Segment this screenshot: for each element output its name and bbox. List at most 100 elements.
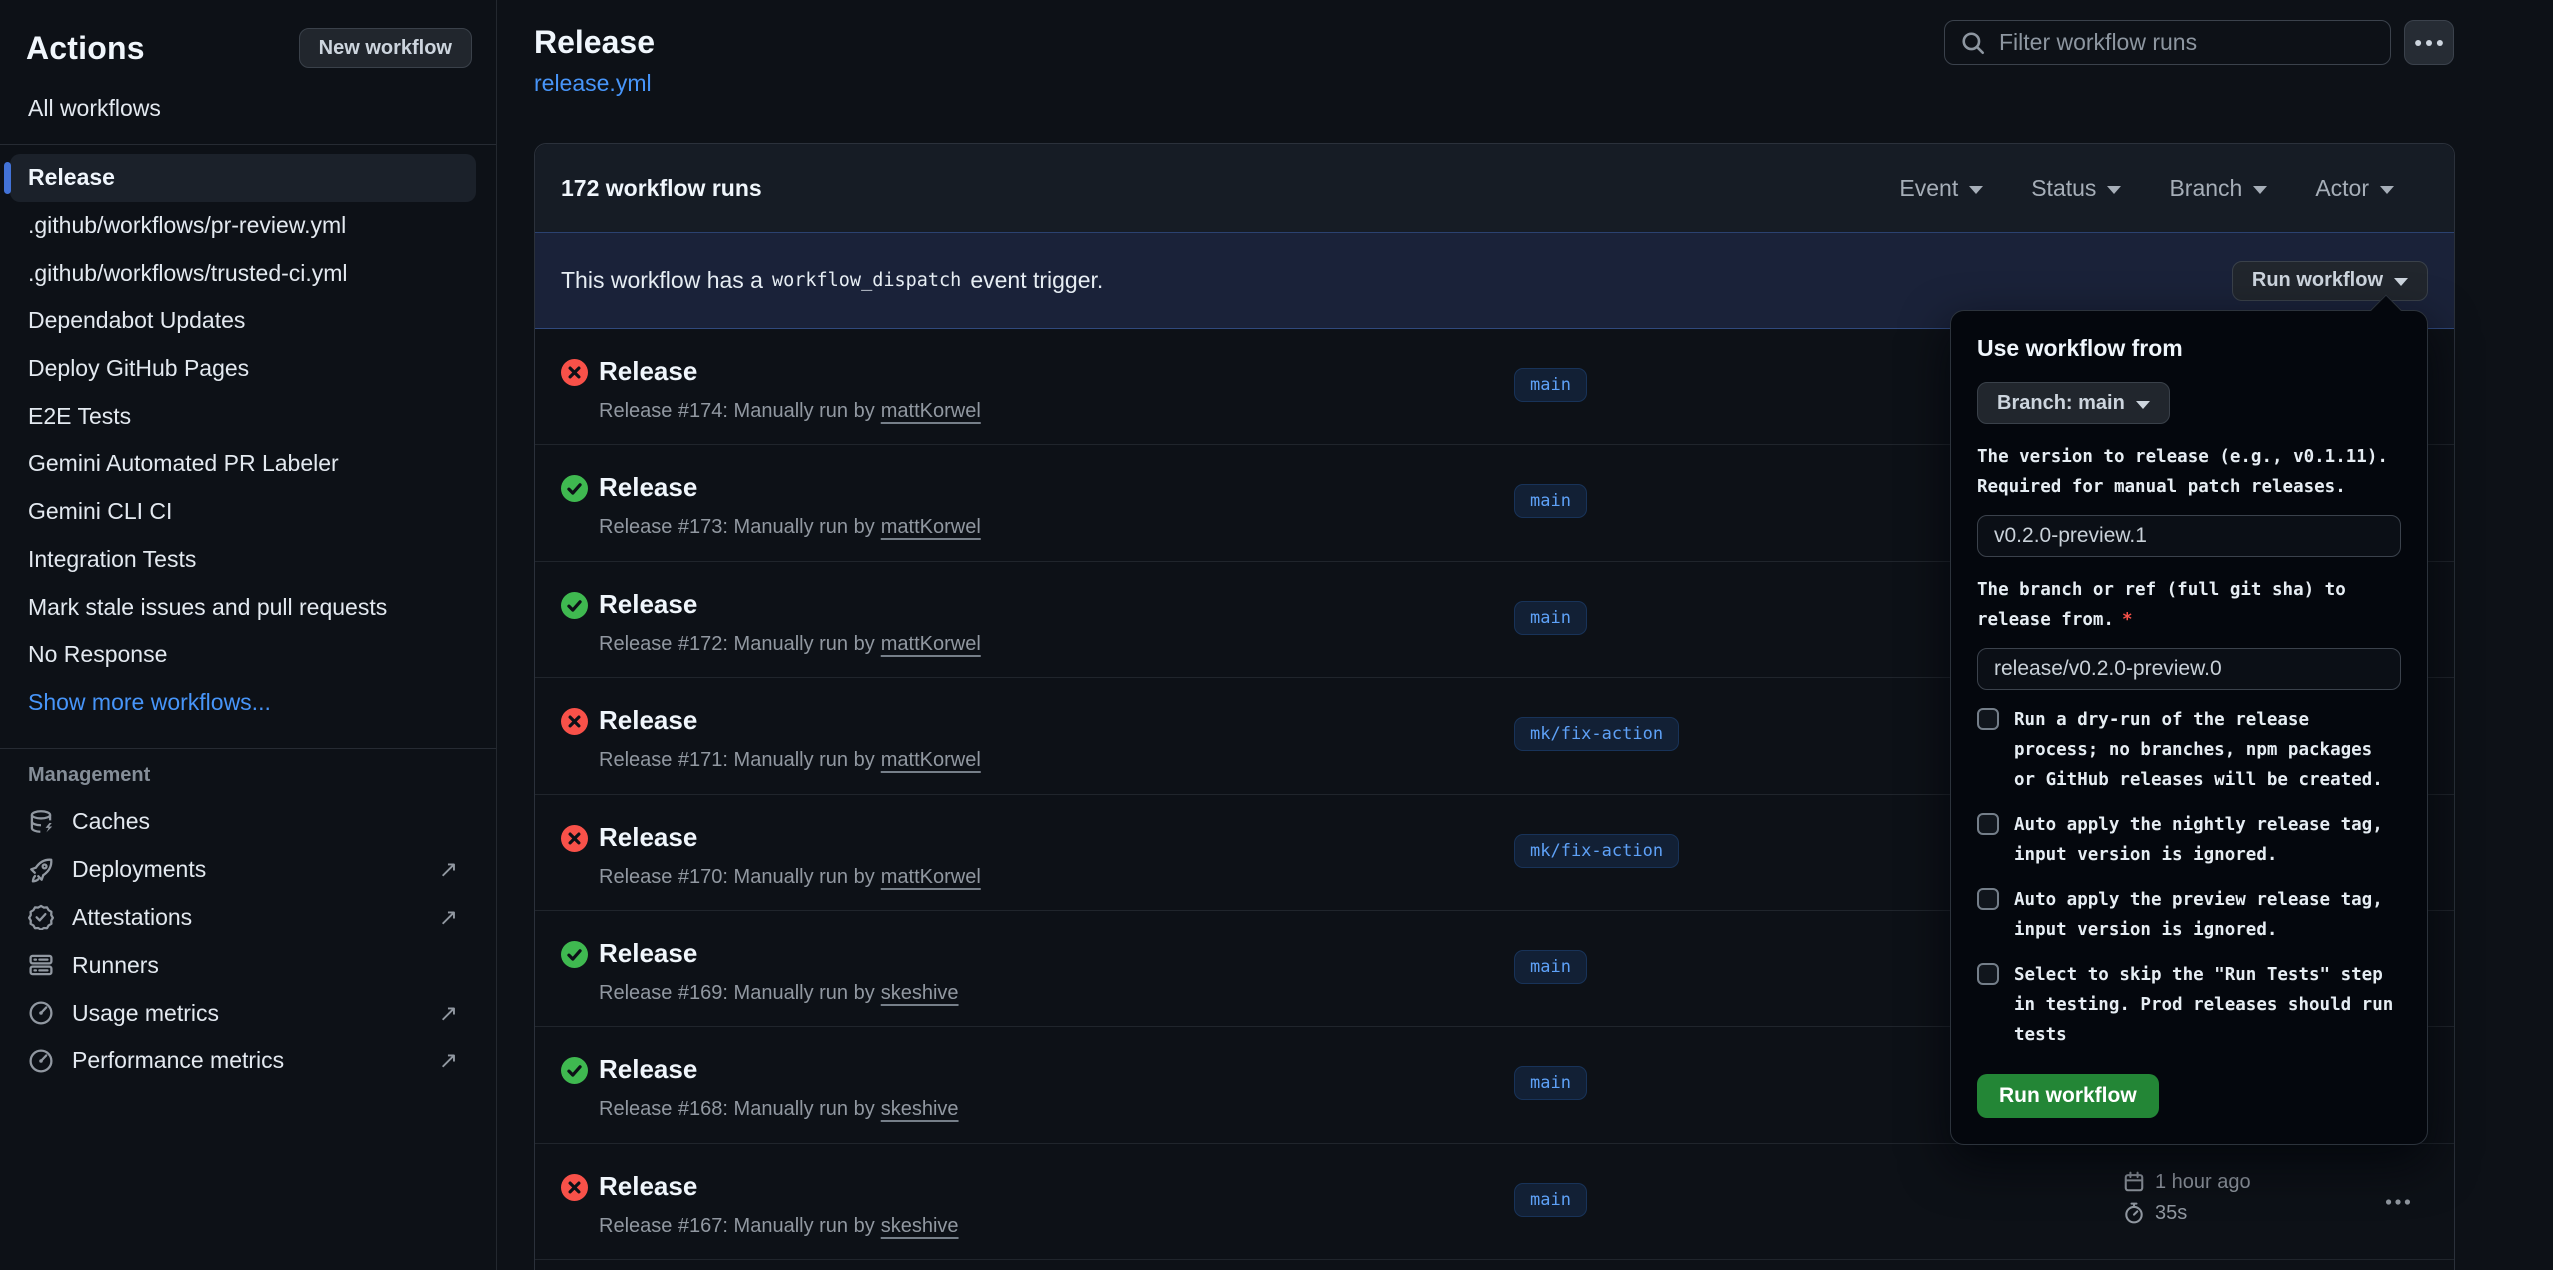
sidebar-item-integration-tests[interactable]: Integration Tests [10, 536, 476, 584]
checkbox-label: Auto apply the nightly release tag, inpu… [2014, 810, 2399, 870]
run-title-link[interactable]: Release [599, 938, 697, 969]
version-input[interactable] [1977, 515, 2401, 557]
chevron-down-icon [1969, 186, 1983, 194]
failure-icon [561, 708, 588, 735]
branch-select-button[interactable]: Branch: main [1977, 382, 2170, 424]
sidebar-item-e2e-tests[interactable]: E2E Tests [10, 392, 476, 440]
actor-link[interactable]: skeshive [881, 982, 959, 1004]
filter-workflow-runs-input[interactable]: Filter workflow runs [1944, 20, 2391, 65]
sidebar-item-gemini-cli-ci[interactable]: Gemini CLI CI [10, 488, 476, 536]
branch-badge[interactable]: mk/fix-action [1514, 834, 1679, 868]
branch-badge[interactable]: main [1514, 1066, 1587, 1100]
branch-badge[interactable]: mk/fix-action [1514, 717, 1679, 751]
meter-icon [28, 1048, 54, 1074]
sidebar-item-no-response[interactable]: No Response [10, 631, 476, 679]
run-title-link[interactable]: Release [599, 472, 697, 503]
sidebar-item-label: Usage metrics [72, 1000, 219, 1027]
verified-icon [28, 904, 54, 930]
management-section-label: Management [28, 764, 150, 787]
run-subtitle: Release #174: Manually run bymattKorwel [599, 400, 981, 423]
actor-link[interactable]: mattKorwel [881, 400, 981, 422]
checkbox-label: Select to skip the "Run Tests" step in t… [2014, 960, 2399, 1050]
sidebar-item-dependabot-updates[interactable]: Dependabot Updates [10, 297, 476, 345]
branch-badge[interactable]: main [1514, 1183, 1587, 1217]
filter-status-dropdown[interactable]: Status [2031, 175, 2121, 202]
run-workflow-dropdown-button[interactable]: Run workflow [2232, 261, 2428, 301]
sidebar-item-deployments[interactable]: Deployments ↗ [10, 846, 476, 894]
branch-badge[interactable]: main [1514, 368, 1587, 402]
search-icon [1960, 30, 1986, 56]
preview-tag-checkbox[interactable] [1977, 888, 1999, 910]
actor-link[interactable]: skeshive [881, 1215, 959, 1237]
sidebar-item-usage-metrics[interactable]: Usage metrics ↗ [10, 989, 476, 1037]
branch-badge[interactable]: main [1514, 950, 1587, 984]
sidebar-item-all-workflows[interactable]: All workflows [10, 86, 476, 130]
sidebar-item-trusted-ci[interactable]: .github/workflows/trusted-ci.yml [10, 249, 476, 297]
actor-link[interactable]: mattKorwel [881, 749, 981, 771]
next-run-row-partial [535, 1260, 2454, 1270]
run-title-link[interactable]: Release [599, 1054, 697, 1085]
sidebar-item-pr-review[interactable]: .github/workflows/pr-review.yml [10, 202, 476, 250]
sidebar-divider [0, 748, 496, 749]
chevron-down-icon [2107, 186, 2121, 194]
success-icon [561, 1057, 588, 1084]
ref-help-text: The branch or ref (full git sha) to rele… [1977, 575, 2401, 635]
run-title-link[interactable]: Release [599, 1171, 697, 1202]
preview-tag-option: Auto apply the preview release tag, inpu… [1977, 885, 2401, 945]
workflow-file-link[interactable]: release.yml [534, 70, 652, 97]
kebab-icon [2385, 1189, 2411, 1215]
workflow-options-kebab-button[interactable] [2404, 20, 2454, 65]
run-workflow-submit-button[interactable]: Run workflow [1977, 1074, 2159, 1118]
run-subtitle: Release #173: Manually run bymattKorwel [599, 516, 981, 539]
calendar-icon [2123, 1171, 2145, 1193]
dry-run-checkbox[interactable] [1977, 708, 1999, 730]
sidebar-item-mark-stale[interactable]: Mark stale issues and pull requests [10, 583, 476, 631]
actor-link[interactable]: mattKorwel [881, 866, 981, 888]
skip-tests-checkbox[interactable] [1977, 963, 1999, 985]
rocket-icon [28, 857, 54, 883]
run-meta: 1 hour ago 35s [2123, 1167, 2251, 1229]
sidebar-item-performance-metrics[interactable]: Performance metrics ↗ [10, 1037, 476, 1085]
stopwatch-icon [2123, 1202, 2145, 1224]
filter-actor-dropdown[interactable]: Actor [2315, 175, 2394, 202]
sidebar-item-runners[interactable]: Runners [10, 941, 476, 989]
run-title-link[interactable]: Release [599, 589, 697, 620]
management-list: Caches Deployments ↗ Attestations ↗ Runn… [10, 798, 476, 1085]
actor-link[interactable]: mattKorwel [881, 516, 981, 538]
run-title-link[interactable]: Release [599, 705, 697, 736]
branch-badge[interactable]: main [1514, 601, 1587, 635]
actor-link[interactable]: skeshive [881, 1098, 959, 1120]
failure-icon [561, 359, 588, 386]
failure-icon [561, 1174, 588, 1201]
workflow-run-row[interactable]: Release Release #167: Manually run byske… [535, 1144, 2454, 1260]
nightly-tag-checkbox[interactable] [1977, 813, 1999, 835]
sidebar-item-release[interactable]: Release [10, 154, 476, 202]
sidebar-item-gemini-pr-labeler[interactable]: Gemini Automated PR Labeler [10, 440, 476, 488]
github-actions-page: Actions New workflow All workflows Relea… [0, 0, 2553, 1270]
meter-icon [28, 1000, 54, 1026]
sidebar-divider [0, 144, 496, 145]
actor-link[interactable]: mattKorwel [881, 633, 981, 655]
banner-text: This workflow has a workflow_dispatch ev… [561, 267, 1103, 294]
success-icon [561, 592, 588, 619]
run-title-link[interactable]: Release [599, 822, 697, 853]
show-more-workflows-link[interactable]: Show more workflows... [10, 679, 476, 727]
run-kebab-button[interactable] [2385, 1189, 2411, 1215]
new-workflow-button[interactable]: New workflow [299, 28, 472, 68]
sidebar-item-attestations[interactable]: Attestations ↗ [10, 894, 476, 942]
external-link-icon: ↗ [439, 904, 458, 931]
external-link-icon: ↗ [439, 1000, 458, 1027]
external-link-icon: ↗ [439, 856, 458, 883]
ref-input[interactable] [1977, 648, 2401, 690]
run-duration: 35s [2155, 1202, 2187, 1225]
filter-branch-dropdown[interactable]: Branch [2169, 175, 2267, 202]
sidebar-item-caches[interactable]: Caches [10, 798, 476, 846]
filter-event-dropdown[interactable]: Event [1899, 175, 1983, 202]
sidebar-item-label: Performance metrics [72, 1047, 284, 1074]
sidebar-item-deploy-github-pages[interactable]: Deploy GitHub Pages [10, 345, 476, 393]
dialog-heading: Use workflow from [1977, 335, 2401, 362]
checkbox-label: Run a dry-run of the release process; no… [2014, 705, 2399, 795]
branch-badge[interactable]: main [1514, 484, 1587, 518]
nightly-tag-option: Auto apply the nightly release tag, inpu… [1977, 810, 2401, 870]
run-title-link[interactable]: Release [599, 356, 697, 387]
